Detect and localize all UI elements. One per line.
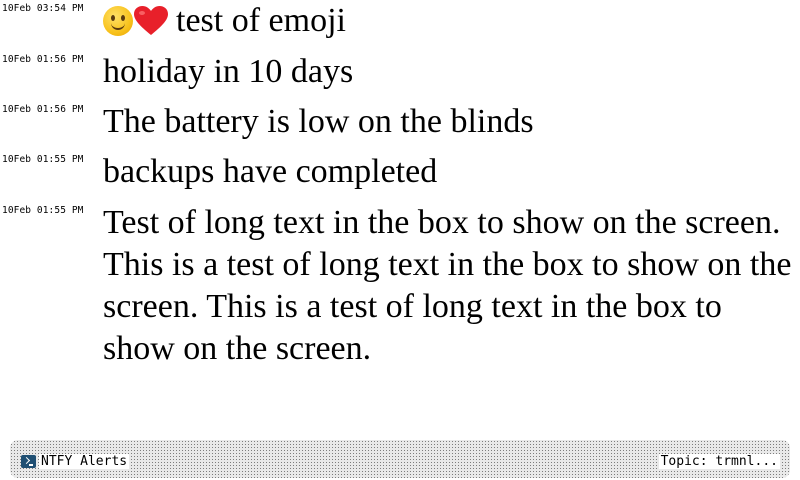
message-timestamp: 10Feb 01:56 PM [2, 54, 84, 65]
footer-bar: NTFY Alerts Topic: trmnl... [10, 440, 790, 478]
message-text: holiday in 10 days [103, 53, 354, 90]
message-text: Test of long text in the box to show on … [103, 204, 792, 367]
footer-topic: Topic: trmnl... [658, 452, 780, 470]
message-timestamp: 10Feb 01:55 PM [2, 205, 84, 216]
terminal-icon [21, 455, 36, 468]
message-timestamp: 10Feb 01:55 PM [2, 154, 84, 165]
smiling-face-emoji-icon [103, 6, 133, 36]
message-timestamp: 10Feb 03:54 PM [2, 3, 84, 14]
message-text: backups have completed [103, 153, 438, 190]
red-heart-emoji-icon [134, 6, 168, 35]
message-timestamp: 10Feb 01:56 PM [2, 104, 84, 115]
message-text: The battery is low on the blinds [103, 103, 534, 140]
app-name: NTFY Alerts [39, 454, 130, 469]
message-text: test of emoji [176, 2, 346, 39]
message-text-container: test of emoji [103, 0, 793, 42]
topic-label: Topic: trmnl... [658, 454, 780, 469]
footer-app-title: NTFY Alerts [21, 454, 130, 469]
